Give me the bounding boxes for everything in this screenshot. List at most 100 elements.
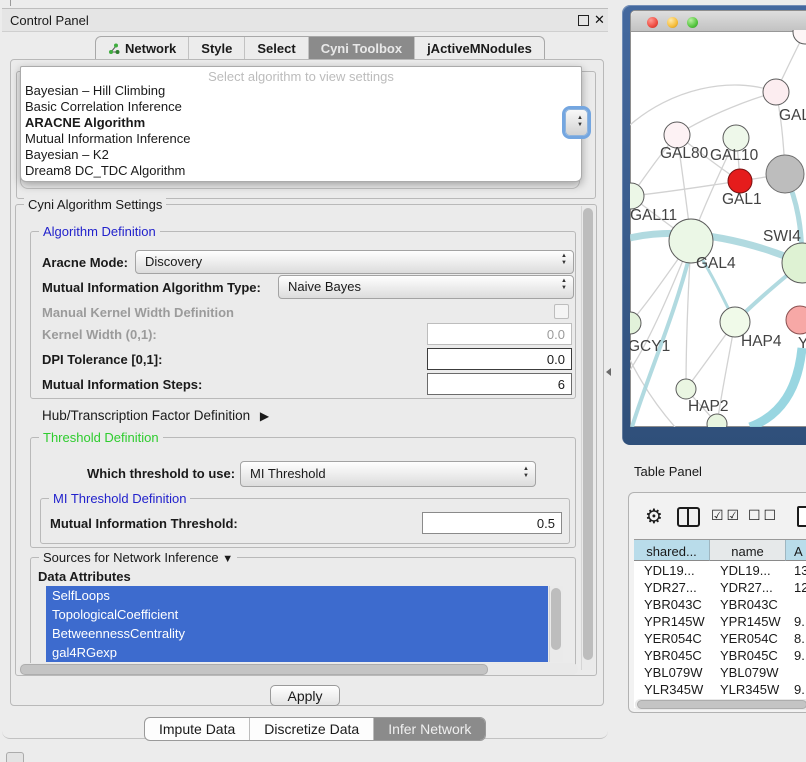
control-panel-window: Control Panel ✕ Network Style Select Cyn… bbox=[2, 8, 608, 739]
node-label: GAL1 bbox=[722, 191, 762, 208]
node-label: HAP4 bbox=[741, 333, 782, 350]
dpi-tolerance-field[interactable]: 0.0 bbox=[427, 348, 572, 370]
table-row[interactable]: YBL079W YBL079W bbox=[634, 664, 806, 681]
settings-horizontal-scrollbar[interactable] bbox=[18, 663, 578, 675]
expanded-arrow-icon: ▼ bbox=[222, 553, 233, 565]
tab-discretize-data[interactable]: Discretize Data bbox=[250, 718, 374, 740]
close-traffic-light[interactable] bbox=[647, 17, 658, 28]
table-panel-title: Table Panel bbox=[634, 464, 702, 479]
tab-jactivemnodules[interactable]: jActiveMNodules bbox=[415, 37, 544, 61]
table-row[interactable]: YBR043C YBR043C bbox=[634, 596, 806, 613]
algorithm-item[interactable]: Basic Correlation Inference bbox=[25, 99, 575, 115]
dpi-tolerance-label: DPI Tolerance [0,1]: bbox=[42, 352, 162, 367]
top-left-tick bbox=[10, 0, 11, 6]
mi-threshold-field[interactable]: 0.5 bbox=[422, 512, 562, 534]
deselect-all-checks-icon[interactable]: ☐☐ bbox=[748, 507, 779, 524]
apply-button[interactable]: Apply bbox=[270, 685, 340, 706]
mi-type-combo[interactable]: Naive Bayes ▲▼ bbox=[278, 275, 574, 299]
sources-group-title[interactable]: Sources for Network Inference ▼ bbox=[39, 550, 237, 565]
screen: Control Panel ✕ Network Style Select Cyn… bbox=[0, 0, 806, 762]
table-row[interactable]: YDR27... YDR27... 12 bbox=[634, 579, 806, 596]
node-cut-top bbox=[793, 30, 806, 44]
attribute-item[interactable]: BetweennessCentrality bbox=[46, 624, 548, 643]
document-icon[interactable] bbox=[797, 506, 806, 527]
node-label: SWI4 bbox=[763, 228, 801, 245]
settings-group-title: Cyni Algorithm Settings bbox=[24, 197, 166, 212]
node-label: GAL10 bbox=[710, 147, 759, 164]
float-window-icon[interactable] bbox=[578, 15, 589, 26]
bottom-left-cut-button[interactable] bbox=[6, 752, 24, 762]
threshold-definition-title: Threshold Definition bbox=[39, 430, 163, 445]
select-all-checks-icon[interactable]: ☑☑ bbox=[711, 507, 742, 524]
node-gal1-red bbox=[728, 169, 752, 193]
table-horizontal-scrollbar[interactable] bbox=[635, 699, 806, 710]
which-threshold-label: Which threshold to use: bbox=[87, 466, 235, 481]
which-threshold-combo[interactable]: MI Threshold ▲▼ bbox=[240, 461, 536, 487]
mi-steps-label: Mutual Information Steps: bbox=[42, 377, 202, 392]
minimize-traffic-light[interactable] bbox=[667, 17, 678, 28]
mi-threshold-label: Mutual Information Threshold: bbox=[50, 516, 238, 531]
mi-threshold-definition-title: MI Threshold Definition bbox=[49, 491, 190, 506]
node-label: HAP2 bbox=[688, 398, 729, 415]
table-panel-box: ⚙ ☑☑ ☐☐ shared... name A YDL19... YDL19.… bbox=[628, 492, 806, 713]
hub-definition-toggle[interactable]: Hub/Transcription Factor Definition ▶ bbox=[42, 408, 269, 423]
column-header-shared[interactable]: shared... bbox=[634, 540, 710, 561]
node-label: GAL4 bbox=[696, 255, 736, 272]
columns-icon[interactable] bbox=[677, 507, 700, 527]
table-row[interactable]: YLR345W YLR345W 9. bbox=[634, 681, 806, 698]
column-header-a[interactable]: A bbox=[786, 540, 806, 561]
table-row[interactable]: YPR145W YPR145W 9. bbox=[634, 613, 806, 630]
control-panel-title: Control Panel bbox=[10, 13, 89, 28]
attribute-item[interactable]: gal4RGexp bbox=[46, 643, 548, 662]
close-icon[interactable]: ✕ bbox=[594, 12, 605, 28]
manual-kernel-checkbox[interactable] bbox=[554, 304, 569, 319]
attributes-vertical-scrollbar[interactable] bbox=[549, 586, 563, 662]
tab-cyni-toolbox[interactable]: Cyni Toolbox bbox=[309, 37, 415, 61]
node-gray bbox=[766, 155, 804, 193]
control-panel-titlebar[interactable]: Control Panel ✕ bbox=[2, 9, 608, 32]
algorithm-definition-title: Algorithm Definition bbox=[39, 224, 160, 239]
network-node-labels: GAL7 GAL80 GAL10 GAL1 GAL11 SWI4 GAL4 GC… bbox=[630, 107, 806, 415]
network-window-titlebar[interactable] bbox=[631, 11, 806, 32]
table-row[interactable]: YER054C YER054C 8. bbox=[634, 630, 806, 647]
node-table: shared... name A YDL19... YDL19... 13 YD… bbox=[634, 539, 806, 708]
node-salmon bbox=[786, 306, 806, 334]
tab-network[interactable]: Network bbox=[96, 37, 189, 61]
table-row[interactable]: YDL19... YDL19... 13 bbox=[634, 562, 806, 579]
manual-kernel-label: Manual Kernel Width Definition bbox=[42, 305, 234, 320]
node-label: GAL80 bbox=[660, 145, 709, 162]
tab-infer-network[interactable]: Infer Network bbox=[374, 718, 485, 740]
algorithm-item[interactable]: Mutual Information Inference bbox=[25, 131, 575, 147]
aracne-mode-label: Aracne Mode: bbox=[42, 255, 128, 270]
panel-divider-handle[interactable] bbox=[602, 368, 611, 376]
attribute-item[interactable]: TopologicalCoefficient bbox=[46, 605, 548, 624]
node-label: GAL7 bbox=[779, 107, 806, 124]
network-canvas[interactable]: GAL7 GAL80 GAL10 GAL1 GAL11 SWI4 GAL4 GC… bbox=[630, 30, 806, 427]
column-header-name[interactable]: name bbox=[710, 540, 786, 561]
aracne-mode-combo[interactable]: Discovery ▲▼ bbox=[135, 250, 574, 274]
node-label: GCY1 bbox=[630, 338, 670, 355]
table-row[interactable]: YBR045C YBR045C 9. bbox=[634, 647, 806, 664]
zoom-traffic-light[interactable] bbox=[687, 17, 698, 28]
algorithm-item[interactable]: Bayesian – K2 bbox=[25, 147, 575, 163]
algorithm-item-selected[interactable]: ARACNE Algorithm bbox=[25, 115, 575, 131]
algorithm-dropdown-prompt: Select algorithm to view settings bbox=[21, 69, 581, 84]
tab-select[interactable]: Select bbox=[245, 37, 308, 61]
algorithm-item[interactable]: Dream8 DC_TDC Algorithm bbox=[25, 163, 575, 179]
algorithm-combo-arrow[interactable]: ▲▼ bbox=[565, 109, 588, 136]
node-hap2 bbox=[676, 379, 696, 399]
attribute-item[interactable]: SelfLoops bbox=[46, 586, 548, 605]
kernel-width-label: Kernel Width (0,1): bbox=[42, 327, 157, 342]
network-tab-icon bbox=[108, 43, 120, 58]
bottom-tabbar: Impute Data Discretize Data Infer Networ… bbox=[144, 717, 486, 741]
mi-steps-field[interactable]: 6 bbox=[427, 373, 572, 395]
kernel-width-field[interactable]: 0.0 bbox=[427, 323, 572, 345]
tab-style[interactable]: Style bbox=[189, 37, 245, 61]
data-attributes-label: Data Attributes bbox=[38, 569, 131, 584]
settings-vertical-scrollbar[interactable] bbox=[581, 206, 595, 670]
data-attributes-list: SelfLoops TopologicalCoefficient Between… bbox=[46, 586, 548, 662]
gear-icon[interactable]: ⚙ bbox=[645, 504, 663, 529]
algorithm-item[interactable]: Bayesian – Hill Climbing bbox=[25, 83, 575, 99]
tab-impute-data[interactable]: Impute Data bbox=[145, 718, 250, 740]
node-label: GAL11 bbox=[630, 207, 677, 224]
